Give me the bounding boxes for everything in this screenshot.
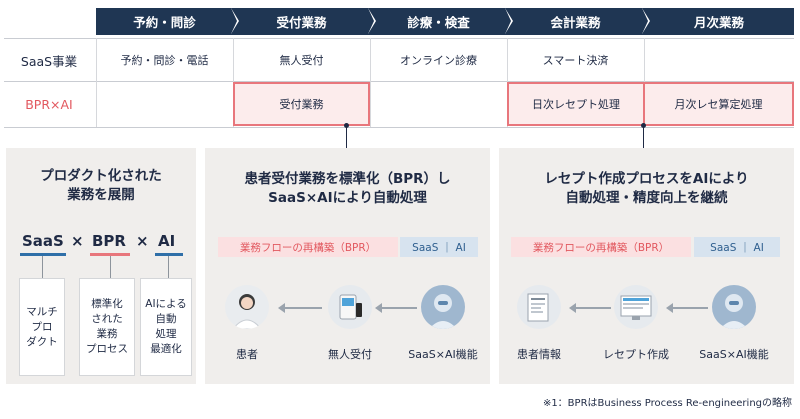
formula-saas: SaaS xyxy=(22,232,64,250)
chevron-divider xyxy=(368,8,374,34)
patient-icon xyxy=(225,285,269,329)
tag-bpr: 業務フローの再構築（BPR） xyxy=(218,237,398,257)
chevron-divider xyxy=(642,8,648,34)
box-standard-process: 標準化 された 業務 プロセス xyxy=(79,278,135,376)
connector-line xyxy=(346,126,347,148)
saas-cell-reservation: 予約・問診・電話 xyxy=(120,54,209,67)
box-text: 標準化 xyxy=(91,298,123,310)
box-text: 業務 xyxy=(96,328,118,340)
title-line: レセプト作成プロセスをAIにより xyxy=(544,171,749,187)
connector-line xyxy=(42,256,43,278)
underline-saas xyxy=(20,253,66,256)
bpr-cell-daily-receipt: 日次レセプト処理 xyxy=(507,82,645,126)
receipt-screen-icon xyxy=(614,285,658,329)
saas-cell-consultation: オンライン診療 xyxy=(400,54,477,67)
tag-saas-ai: SaaS ｜ AI xyxy=(694,237,780,257)
step-monthly: 月次業務 xyxy=(644,8,794,35)
label-patient: 患者 xyxy=(236,348,258,361)
footnote: ※1：BPRはBusiness Process Re-engineeringの略… xyxy=(542,398,792,409)
formula-times: × xyxy=(71,232,84,250)
robot-ai-icon xyxy=(712,285,756,329)
connector-line xyxy=(643,126,644,148)
row-label-bpr: BPR×AI xyxy=(25,97,73,112)
panel-reception-title: 患者受付業務を標準化（BPR）し SaaS×AIにより自動処理 xyxy=(205,170,490,208)
formula-bpr: BPR xyxy=(92,232,126,250)
connector-line xyxy=(110,256,111,278)
kiosk-icon xyxy=(328,285,372,329)
tag-saas-ai: SaaS ｜ AI xyxy=(400,237,478,257)
arrow-line xyxy=(381,307,417,309)
grid-line xyxy=(4,38,794,39)
step-reception: 受付業務 xyxy=(233,8,370,35)
grid-line xyxy=(4,127,794,128)
label-saas-ai: SaaS×AI機能 xyxy=(408,348,478,361)
box-ai-optimization: AIによる 自動 処理 最適化 xyxy=(140,278,192,376)
step-reservation: 予約・問診 xyxy=(96,8,233,35)
panel-receipt-title: レセプト作成プロセスをAIにより 自動処理・精度向上を継続 xyxy=(499,170,794,208)
arrow-line xyxy=(284,307,322,309)
box-multi-product: マルチ プロ ダクト xyxy=(19,278,65,376)
arrow-line xyxy=(672,307,708,309)
title-line: 患者受付業務を標準化（BPR）し xyxy=(244,171,451,187)
robot-ai-icon xyxy=(421,285,465,329)
tag-bpr: 業務フローの再構築（BPR） xyxy=(511,237,691,257)
chevron-divider xyxy=(505,8,511,34)
box-text: マルチ xyxy=(26,305,58,318)
title-line: SaaS×AIにより自動処理 xyxy=(268,190,427,206)
connector-line xyxy=(168,256,169,278)
label-kiosk: 無人受付 xyxy=(328,348,372,361)
row-label-saas: SaaS事業 xyxy=(20,53,78,69)
box-text: された xyxy=(91,313,123,325)
formula-times: × xyxy=(136,232,149,250)
title-line: 自動処理・精度向上を継続 xyxy=(565,190,728,206)
title-line: 業務を展開 xyxy=(67,187,135,203)
saas-cell-reception: 無人受付 xyxy=(279,54,324,67)
box-text: 自動 xyxy=(155,313,177,325)
step-consultation: 診療・検査 xyxy=(370,8,507,35)
title-line: プロダクト化された xyxy=(40,168,162,184)
bpr-cell-monthly-receipt: 月次レセ算定処理 xyxy=(643,82,794,126)
box-text: ダクト xyxy=(26,335,58,348)
step-billing: 会計業務 xyxy=(507,8,644,35)
chevron-divider xyxy=(231,8,237,34)
bpr-cell-reception: 受付業務 xyxy=(233,82,370,126)
label-saas-ai: SaaS×AI機能 xyxy=(699,348,769,361)
arrow-line xyxy=(575,307,611,309)
panel-product-title: プロダクト化された 業務を展開 xyxy=(6,167,196,205)
formula-ai: AI xyxy=(158,232,176,250)
box-text: プロ xyxy=(31,320,53,333)
underline-ai xyxy=(155,253,183,256)
box-text: AIによる xyxy=(145,298,187,310)
patient-document-icon xyxy=(517,285,561,329)
box-text: プロセス xyxy=(86,343,128,355)
label-receipt-creation: レセプト作成 xyxy=(603,348,669,361)
box-text: 処理 xyxy=(155,328,177,340)
box-text: 最適化 xyxy=(150,343,182,355)
saas-cell-billing: スマート決済 xyxy=(542,54,609,67)
label-patient-info: 患者情報 xyxy=(517,348,561,361)
